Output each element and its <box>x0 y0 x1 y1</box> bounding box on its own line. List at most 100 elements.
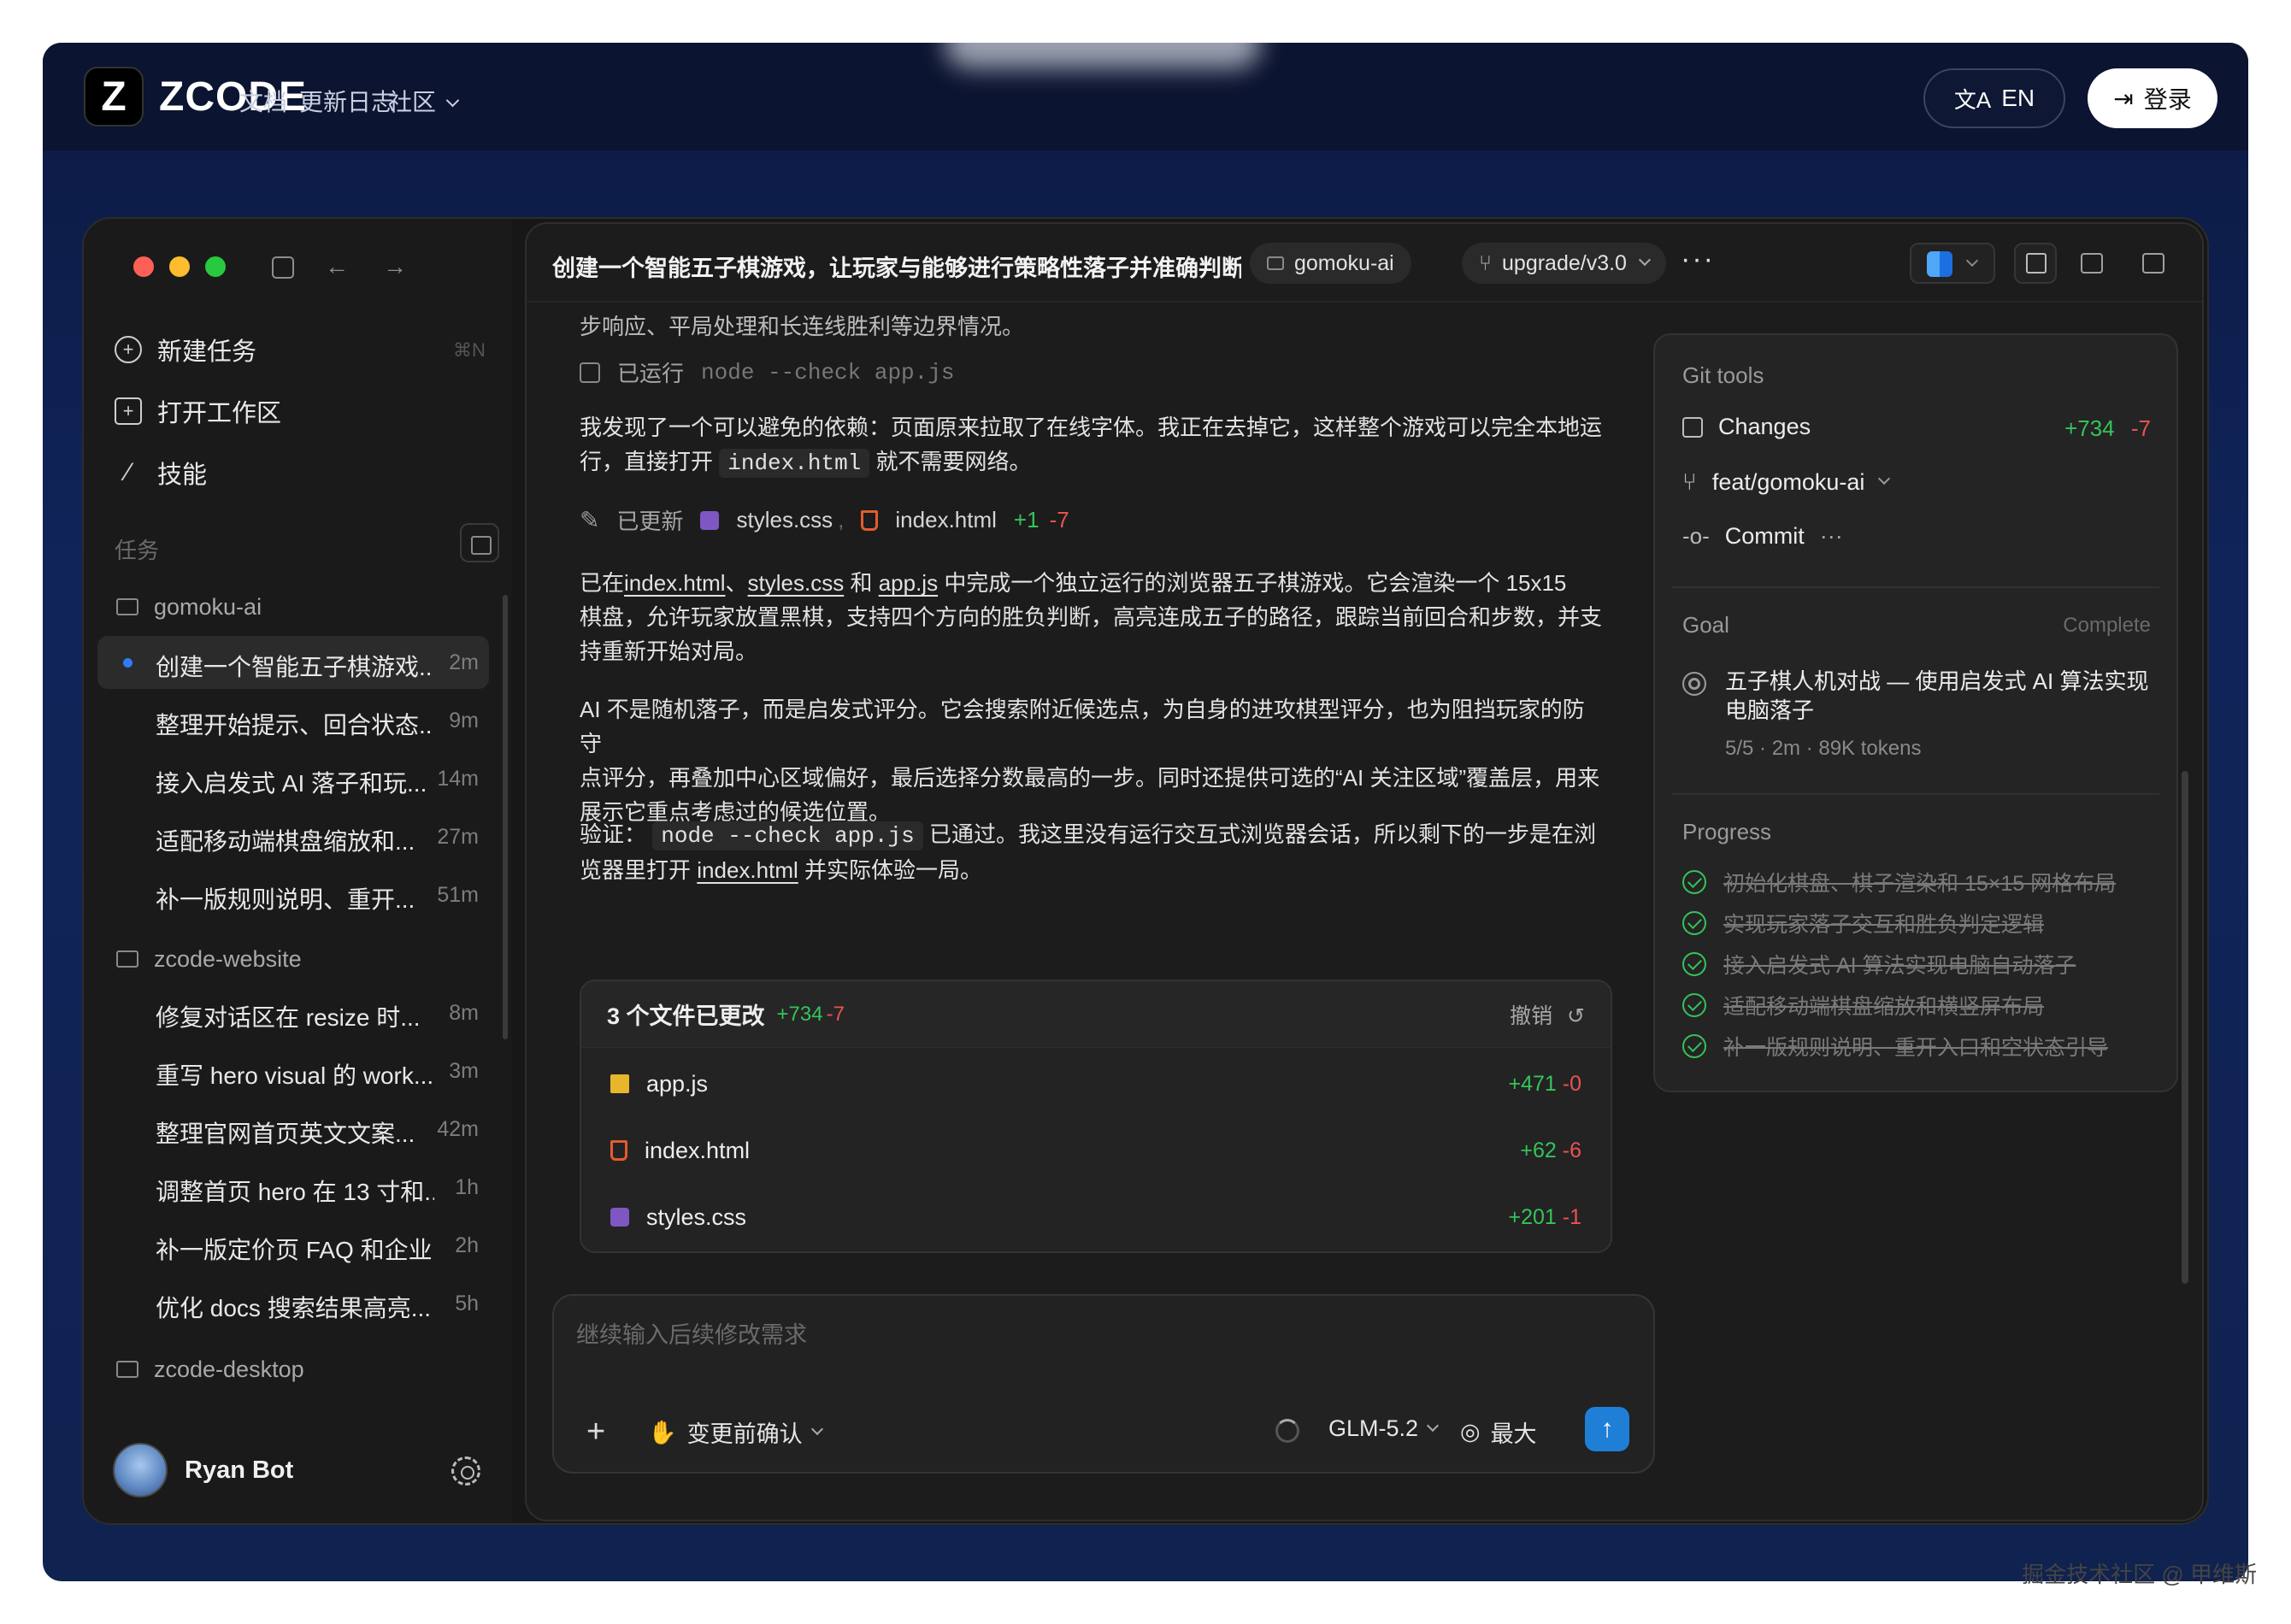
task-item[interactable]: 整理开始提示、回合状态... 9m <box>97 694 489 747</box>
file-deletions: -1 <box>1562 1204 1581 1229</box>
composer-placeholder[interactable]: 继续输入后续修改需求 <box>576 1316 807 1350</box>
project-pill[interactable]: gomoku-ai <box>1250 243 1411 284</box>
file-row[interactable]: app.js +471 -0 <box>581 1050 1611 1118</box>
logo-icon[interactable]: Z <box>84 67 144 127</box>
task-item[interactable]: 补一版定价页 FAQ 和企业... 2h <box>97 1219 489 1272</box>
sidebar-scrollbar[interactable] <box>503 595 508 1039</box>
archive-icon[interactable] <box>460 523 499 562</box>
chevron-down-icon <box>1426 1419 1440 1432</box>
send-button[interactable]: ↑ <box>1585 1407 1629 1451</box>
task-item[interactable]: 接入启发式 AI 落子和玩... 14m <box>97 752 489 805</box>
forward-arrow-icon[interactable]: → <box>381 253 409 280</box>
changes-row[interactable]: Changes <box>1682 414 1811 440</box>
file-link[interactable]: app.js <box>879 570 938 596</box>
file-deletions: -0 <box>1562 1071 1581 1096</box>
nav-changelog[interactable]: 更新日志 <box>299 84 395 118</box>
check-circle-icon <box>1682 993 1706 1017</box>
message-composer[interactable]: 继续输入后续修改需求 + ✋ 变更前确认 GLM-5.2 ◎ 最大 ↑ <box>552 1294 1655 1474</box>
p2-text: 中完成一个独立运行的浏览器五子棋游戏。它会渲染一个 15x15 <box>944 570 1567 596</box>
progress-item: 适配移动端棋盘缩放和横竖屏布局 <box>1682 990 2044 1021</box>
file-row[interactable]: index.html +62 -6 <box>581 1116 1611 1185</box>
plus-circle-icon: + <box>115 336 142 363</box>
progress-text: 实现玩家落子交互和胜负判定逻辑 <box>1723 913 2045 937</box>
git-commit-icon: -o- <box>1682 523 1710 549</box>
task-item[interactable]: 整理官网首页英文文案... 42m <box>97 1103 489 1156</box>
branch-pill[interactable]: ⑂ upgrade/v3.0 <box>1462 243 1666 284</box>
login-button[interactable]: ⇥ 登录 <box>2088 68 2217 128</box>
file-name: styles.css <box>646 1203 747 1230</box>
chat-scrollbar[interactable] <box>2182 771 2188 1284</box>
task-item[interactable]: 适配移动端棋盘缩放和... 27m <box>97 810 489 863</box>
new-task-button[interactable]: + 新建任务 <box>115 330 256 369</box>
css-file-icon <box>700 510 720 530</box>
progress-text: 补一版规则说明、重开入口和空状态引导 <box>1723 1036 2109 1060</box>
open-workspace-label: 打开工作区 <box>157 400 282 427</box>
close-window-dot[interactable] <box>133 256 154 277</box>
branch-row[interactable]: ⑂ feat/gomoku-ai <box>1682 468 1891 496</box>
maximize-window-dot[interactable] <box>205 256 226 277</box>
goal-status: Complete <box>2063 614 2151 637</box>
chevron-down-icon <box>810 1422 823 1435</box>
undo-label: 撤销 <box>1510 1003 1553 1028</box>
nav-docs[interactable]: 文档 <box>239 84 287 118</box>
task-item[interactable]: 优化 docs 搜索结果高亮... 5h <box>97 1277 489 1330</box>
chevron-down-icon <box>1878 472 1891 485</box>
app-window: ← → + 新建任务 ⌘N + 打开工作区 ⁄ 技能 任务 gomoku-ai <box>82 217 2209 1525</box>
project-zcode-desktop[interactable]: zcode-desktop <box>116 1352 304 1386</box>
model-selector[interactable]: GLM-5.2 <box>1328 1415 1440 1442</box>
file-link[interactable]: index.html <box>697 857 798 883</box>
pencil-icon: ✎ <box>580 507 600 533</box>
back-arrow-icon[interactable]: ← <box>323 253 350 280</box>
editor-selector[interactable] <box>1910 243 1995 284</box>
undo-button[interactable]: 撤销 ↺ <box>1510 999 1585 1030</box>
ran-command-line[interactable]: 已运行 node --check app.js <box>580 356 954 388</box>
file-link[interactable]: styles.css <box>748 570 845 596</box>
css-file-icon <box>610 1208 629 1227</box>
nav-community[interactable]: 社区 <box>388 84 460 118</box>
task-item[interactable]: 重写 hero visual 的 work... 3m <box>97 1044 489 1097</box>
task-item[interactable]: 补一版规则说明、重开... 51m <box>97 868 489 921</box>
file-deletions: -6 <box>1562 1138 1581 1162</box>
chevron-down-icon <box>1638 253 1652 267</box>
git-branch-icon: ⑂ <box>1682 468 1697 495</box>
toggle-right-panel-icon[interactable] <box>2142 253 2164 274</box>
p3-text: AI 不是随机落子，而是启发式评分。它会搜索附近候选点，为自身的进攻棋型评分，也… <box>580 697 1585 756</box>
task-item[interactable]: 修复对话区在 resize 时... 8m <box>97 986 489 1039</box>
skills-button[interactable]: ⁄ 技能 <box>115 453 207 492</box>
translate-icon: 文A <box>1953 86 1992 113</box>
minimize-window-dot[interactable] <box>169 256 190 277</box>
chat-text-top: 步响应、平局处理和长连线胜利等边界情况。 <box>580 314 1025 339</box>
updated-files-line[interactable]: ✎ 已更新 styles.css, index.html +1 -7 <box>580 504 1069 536</box>
project-gomoku-ai[interactable]: gomoku-ai <box>116 590 262 624</box>
open-workspace-button[interactable]: + 打开工作区 <box>115 391 281 431</box>
confirm-mode-selector[interactable]: ✋ 变更前确认 <box>648 1415 823 1449</box>
gear-icon[interactable] <box>451 1456 480 1486</box>
toggle-sidebar-icon[interactable] <box>272 256 294 279</box>
document-view-button[interactable] <box>2014 243 2057 284</box>
check-circle-icon <box>1682 870 1706 894</box>
new-task-shortcut: ⌘N <box>453 339 486 361</box>
user-profile[interactable]: Ryan Bot <box>113 1443 293 1497</box>
git-tools-title: Git tools <box>1682 362 1764 388</box>
js-file-icon <box>610 1074 629 1093</box>
language-button[interactable]: 文A EN <box>1923 68 2065 128</box>
login-icon: ⇥ <box>2113 85 2134 112</box>
p4-text: 已通过。我这里没有运行交互式浏览器会话，所以剩下的一步是在浏 <box>928 821 1596 847</box>
project-zcode-website[interactable]: zcode-website <box>116 942 302 976</box>
task-item[interactable]: 调整首页 hero 在 13 寸和... 1h <box>97 1161 489 1214</box>
progress-item: 接入启发式 AI 算法实现电脑自动落子 <box>1682 949 2076 980</box>
file-row[interactable]: styles.css +201 -1 <box>581 1183 1611 1251</box>
commit-more-icon[interactable]: ··· <box>1820 523 1843 550</box>
goal-label: Goal <box>1682 612 1729 638</box>
updated-label: 已更新 <box>616 509 684 534</box>
more-options-icon[interactable]: ··· <box>1681 243 1715 276</box>
commit-row[interactable]: -o- Commit ··· <box>1682 523 1843 550</box>
add-attachment-icon[interactable]: + <box>586 1414 605 1450</box>
file-link[interactable]: index.html <box>624 570 726 596</box>
p2-text: 、 <box>725 570 748 596</box>
effort-selector[interactable]: ◎ 最大 <box>1460 1415 1537 1449</box>
model-label: GLM-5.2 <box>1328 1415 1419 1441</box>
task-item-active[interactable]: 创建一个智能五子棋游戏... 2m <box>97 636 489 689</box>
terminal-icon[interactable] <box>2081 253 2103 274</box>
commit-label: Commit <box>1724 523 1805 549</box>
